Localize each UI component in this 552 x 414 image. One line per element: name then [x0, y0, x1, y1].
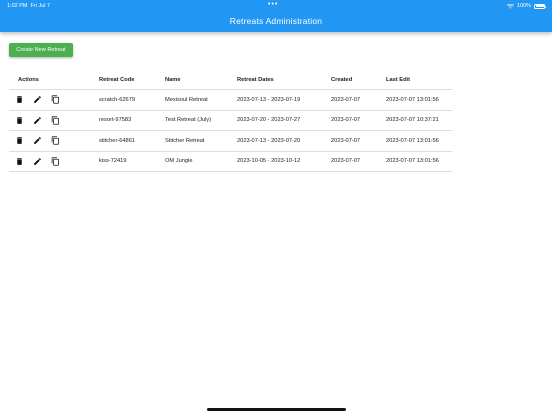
cell-name: Mexisoul Retreat [165, 89, 237, 110]
home-indicator[interactable] [207, 408, 346, 411]
row-actions [9, 130, 99, 151]
cell-retreat-code: kiss-72419 [99, 150, 165, 172]
copy-icon[interactable] [51, 95, 60, 104]
table-row: scratch-62679 Mexisoul Retreat 2023-07-1… [9, 89, 452, 110]
app-bar: 1:02 PM Fri Jul 7 ••• 100% Retreats Admi… [0, 0, 552, 32]
cell-created: 2023-07-07 [331, 150, 386, 172]
cell-last-edit: 2023-07-07 10:37:21 [386, 109, 452, 131]
multitask-dots-icon[interactable]: ••• [268, 1, 278, 8]
trash-icon[interactable] [15, 157, 24, 166]
header-retreat-dates: Retreat Dates [237, 76, 274, 83]
cell-retreat-code: stitcher-64861 [99, 130, 165, 151]
status-indicators: 100% [506, 3, 547, 9]
cell-retreat-dates: 2023-07-13 - 2023-07-19 [237, 89, 331, 110]
trash-icon[interactable] [15, 116, 24, 125]
cell-name: OM Jungle [165, 150, 237, 172]
copy-icon[interactable] [51, 136, 60, 145]
wifi-icon [506, 3, 514, 9]
row-actions [9, 150, 99, 172]
create-new-retreat-button[interactable]: Create New Retreat [9, 43, 73, 57]
status-date: Fri Jul 7 [30, 3, 51, 9]
row-actions [9, 109, 99, 131]
trash-icon[interactable] [15, 136, 24, 145]
status-time: 1:02 PM [7, 3, 28, 9]
pencil-icon[interactable] [33, 116, 42, 125]
cell-name: Stitcher Retreat [165, 130, 237, 151]
header-last-edit: Last Edit [386, 76, 411, 83]
status-time-date: 1:02 PM Fri Jul 7 [7, 3, 50, 9]
cell-last-edit: 2023-07-07 13:01:56 [386, 89, 452, 110]
copy-icon[interactable] [51, 116, 60, 125]
cell-created: 2023-07-07 [331, 109, 386, 131]
cell-last-edit: 2023-07-07 13:01:56 [386, 130, 452, 151]
copy-icon[interactable] [51, 157, 60, 166]
pencil-icon[interactable] [33, 157, 42, 166]
cell-retreat-dates: 2023-07-20 - 2023-07-27 [237, 109, 331, 131]
page-title: Retreats Administration [229, 16, 323, 26]
header-actions: Actions [18, 76, 39, 83]
header-retreat-code: Retreat Code [99, 76, 135, 83]
cell-retreat-dates: 2023-07-13 - 2023-07-20 [237, 130, 331, 151]
table-row: kiss-72419 OM Jungle 2023-10-05 - 2023-1… [9, 150, 452, 172]
cell-retreat-dates: 2023-10-05 - 2023-10-12 [237, 150, 331, 172]
table-row: stitcher-64861 Stitcher Retreat 2023-07-… [9, 130, 452, 151]
battery-icon [534, 3, 547, 9]
retreats-table: Actions Retreat Code Name Retreat Dates … [9, 70, 452, 172]
pencil-icon[interactable] [33, 136, 42, 145]
cell-name: Test Retreat (July) [165, 109, 237, 131]
cell-last-edit: 2023-07-07 13:01:56 [386, 150, 452, 172]
header-created: Created [331, 76, 353, 83]
table-header-row: Actions Retreat Code Name Retreat Dates … [9, 70, 452, 90]
trash-icon[interactable] [15, 95, 24, 104]
pencil-icon[interactable] [33, 95, 42, 104]
cell-created: 2023-07-07 [331, 130, 386, 151]
battery-percent: 100% [516, 3, 531, 9]
cell-retreat-code: resort-97583 [99, 109, 165, 131]
cell-retreat-code: scratch-62679 [99, 89, 165, 110]
cell-created: 2023-07-07 [331, 89, 386, 110]
table-row: resort-97583 Test Retreat (July) 2023-07… [9, 109, 452, 131]
header-name: Name [165, 76, 181, 83]
row-actions [9, 89, 99, 110]
